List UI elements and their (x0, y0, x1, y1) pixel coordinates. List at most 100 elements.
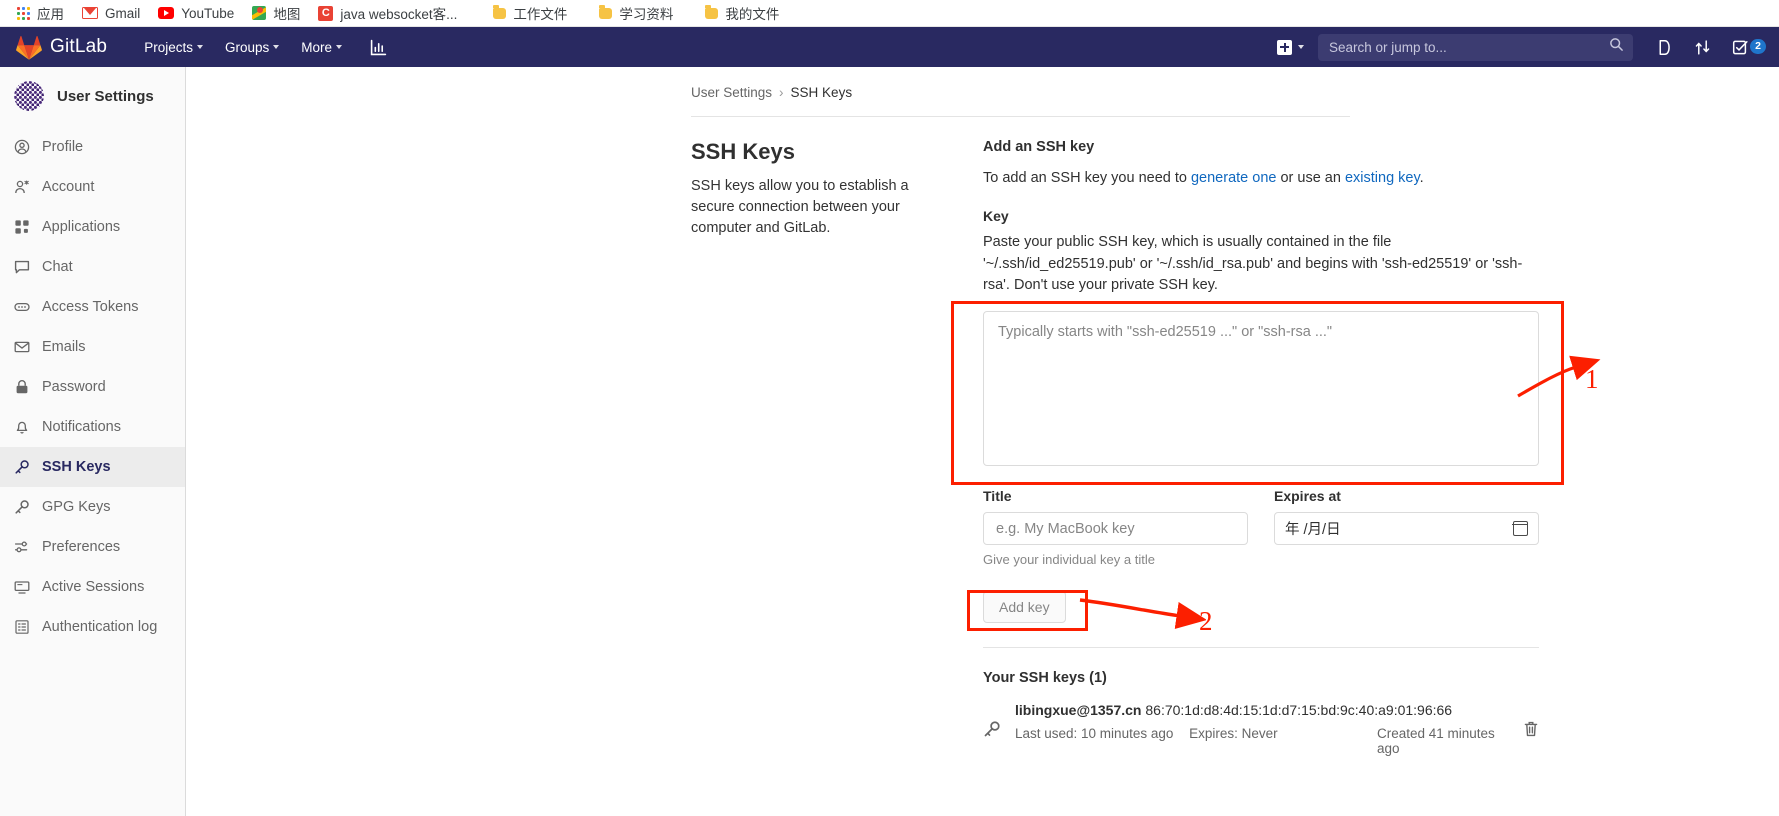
sidebar-item-authentication-log[interactable]: Authentication log (0, 607, 185, 647)
bookmark-gmail[interactable]: Gmail (73, 4, 149, 23)
calendar-icon[interactable] (1512, 521, 1528, 536)
sidebar-item-applications[interactable]: Applications (0, 207, 185, 247)
bookmark-label: 工作文件 (513, 7, 568, 22)
generate-one-link[interactable]: generate one (1191, 170, 1276, 186)
nav-more[interactable]: More (290, 31, 353, 64)
nav-label: Projects (144, 39, 193, 55)
chart-bar-icon[interactable] (361, 30, 395, 64)
title-expires-row: Title Give your individual key a title E… (983, 488, 1539, 567)
sidebar-item-preferences[interactable]: Preferences (0, 527, 185, 567)
sidebar-header[interactable]: User Settings (0, 67, 185, 127)
intro-suffix: . (1419, 170, 1424, 186)
title-field-label: Title (983, 488, 1012, 504)
key-title-row: libingxue@1357.cn 86:70:1d:d8:4d:15:1d:d… (1015, 702, 1509, 718)
merge-request-icon[interactable] (1685, 30, 1719, 64)
sidebar-item-password[interactable]: Password (0, 367, 185, 407)
sidebar-item-emails[interactable]: Emails (0, 327, 185, 367)
intro-prefix: To add an SSH key you need to (983, 170, 1191, 186)
c-letter-icon: C (318, 5, 334, 21)
key-icon (983, 720, 1001, 738)
existing-key-link[interactable]: existing key (1345, 170, 1420, 186)
bookmark-maps[interactable]: 地图 (243, 1, 309, 25)
intro-middle: or use an (1276, 170, 1345, 186)
trash-icon[interactable] (1523, 720, 1539, 738)
search-icon[interactable] (1609, 37, 1624, 57)
sidebar-item-label: Active Sessions (42, 579, 145, 595)
sidebar-item-account[interactable]: Account (0, 167, 185, 207)
nav-label: Groups (224, 39, 270, 55)
sidebar-item-access-tokens[interactable]: Access Tokens (0, 287, 185, 327)
bookmark-youtube[interactable]: YouTube (149, 4, 243, 23)
sidebar-item-ssh-keys[interactable]: SSH Keys (0, 447, 185, 487)
create-new-button[interactable] (1271, 35, 1310, 60)
bookmark-label: YouTube (181, 5, 235, 21)
chevron-down-icon (1298, 45, 1304, 49)
sidebar-item-chat[interactable]: Chat (0, 247, 185, 287)
your-ssh-keys-heading: Your SSH keys (1) (983, 670, 1107, 686)
folder-icon (599, 5, 613, 19)
expires-date-input[interactable]: 年 /月/日 (1274, 512, 1539, 545)
bookmark-java-websocket[interactable]: C java websocket客... (309, 1, 466, 25)
sliders-icon (14, 539, 30, 555)
key-created: Created 41 minutes ago (1376, 726, 1495, 756)
key-title[interactable]: libingxue@1357.cn (1015, 702, 1141, 718)
nav-groups[interactable]: Groups (214, 31, 290, 64)
table-row: libingxue@1357.cn 86:70:1d:d8:4d:15:1d:d… (983, 686, 1539, 756)
bookmark-apps[interactable]: 应用 (8, 1, 73, 25)
token-icon (14, 299, 30, 315)
bookmark-work-files[interactable]: 工作文件 (484, 1, 576, 25)
sidebar-item-label: Authentication log (42, 619, 158, 635)
key-field-label: Key (983, 207, 1009, 224)
expires-field-label: Expires at (1274, 488, 1341, 504)
title-input[interactable] (983, 512, 1248, 545)
expires-field-group: Expires at 年 /月/日 (1274, 488, 1539, 567)
apps-grid-icon (17, 6, 30, 20)
breadcrumb-separator: › (779, 85, 784, 100)
breadcrumb: User Settings › SSH Keys (186, 67, 1779, 116)
title-field-group: Title Give your individual key a title (983, 488, 1248, 567)
nav-projects[interactable]: Projects (133, 31, 214, 64)
key-textarea[interactable] (983, 311, 1539, 466)
title-field-helper: Give your individual key a title (983, 552, 1155, 567)
folder-icon (493, 5, 507, 19)
breadcrumb-user-settings[interactable]: User Settings (691, 85, 772, 100)
add-key-button[interactable]: Add key (983, 591, 1066, 623)
applications-grid-icon (14, 219, 30, 235)
chevron-down-icon (273, 45, 280, 49)
sidebar-item-label: GPG Keys (42, 499, 111, 515)
page-body: User Settings Profile Account Applicatio… (0, 67, 1779, 816)
user-avatar[interactable] (14, 81, 44, 111)
nav-label: More (301, 39, 333, 55)
todos-icon[interactable]: 2 (1723, 30, 1767, 64)
key-icon (14, 499, 30, 515)
sidebar-item-label: Chat (42, 259, 73, 275)
user-settings-sidebar: User Settings Profile Account Applicatio… (0, 67, 186, 816)
gitlab-logo-icon[interactable] (16, 35, 42, 60)
sidebar-item-label: Emails (42, 339, 86, 355)
search-box[interactable] (1318, 33, 1633, 61)
bookmark-study-materials[interactable]: 学习资料 (590, 1, 682, 25)
key-meta-row: Last used: 10 minutes ago Expires: Never… (1015, 726, 1509, 756)
main-content: User Settings › SSH Keys SSH Keys SSH ke… (186, 67, 1779, 816)
issues-icon[interactable] (1647, 30, 1681, 64)
google-maps-icon (252, 6, 267, 20)
bookmark-my-files[interactable]: 我的文件 (696, 1, 788, 25)
sidebar-item-gpg-keys[interactable]: GPG Keys (0, 487, 185, 527)
sidebar-item-profile[interactable]: Profile (0, 127, 185, 167)
sidebar-title: User Settings (57, 87, 154, 105)
sidebar-item-active-sessions[interactable]: Active Sessions (0, 567, 185, 607)
search-input[interactable] (1327, 38, 1609, 56)
bookmark-label: 地图 (273, 7, 301, 22)
bookmark-label: 应用 (37, 7, 64, 22)
add-key-heading: Add an SSH key (983, 139, 1095, 155)
gitlab-brand-name[interactable]: GitLab (50, 36, 107, 58)
log-list-icon (14, 619, 30, 635)
sidebar-item-label: Password (42, 379, 106, 395)
bell-icon (14, 419, 30, 435)
account-gear-icon (14, 179, 30, 195)
sidebar-item-label: Account (42, 179, 95, 195)
add-ssh-key-form: Add an SSH key To add an SSH key you nee… (983, 139, 1539, 756)
sidebar-item-notifications[interactable]: Notifications (0, 407, 185, 447)
gitlab-top-navbar: GitLab Projects Groups More Search or ju… (0, 27, 1779, 67)
sidebar-item-label: Applications (42, 219, 121, 235)
